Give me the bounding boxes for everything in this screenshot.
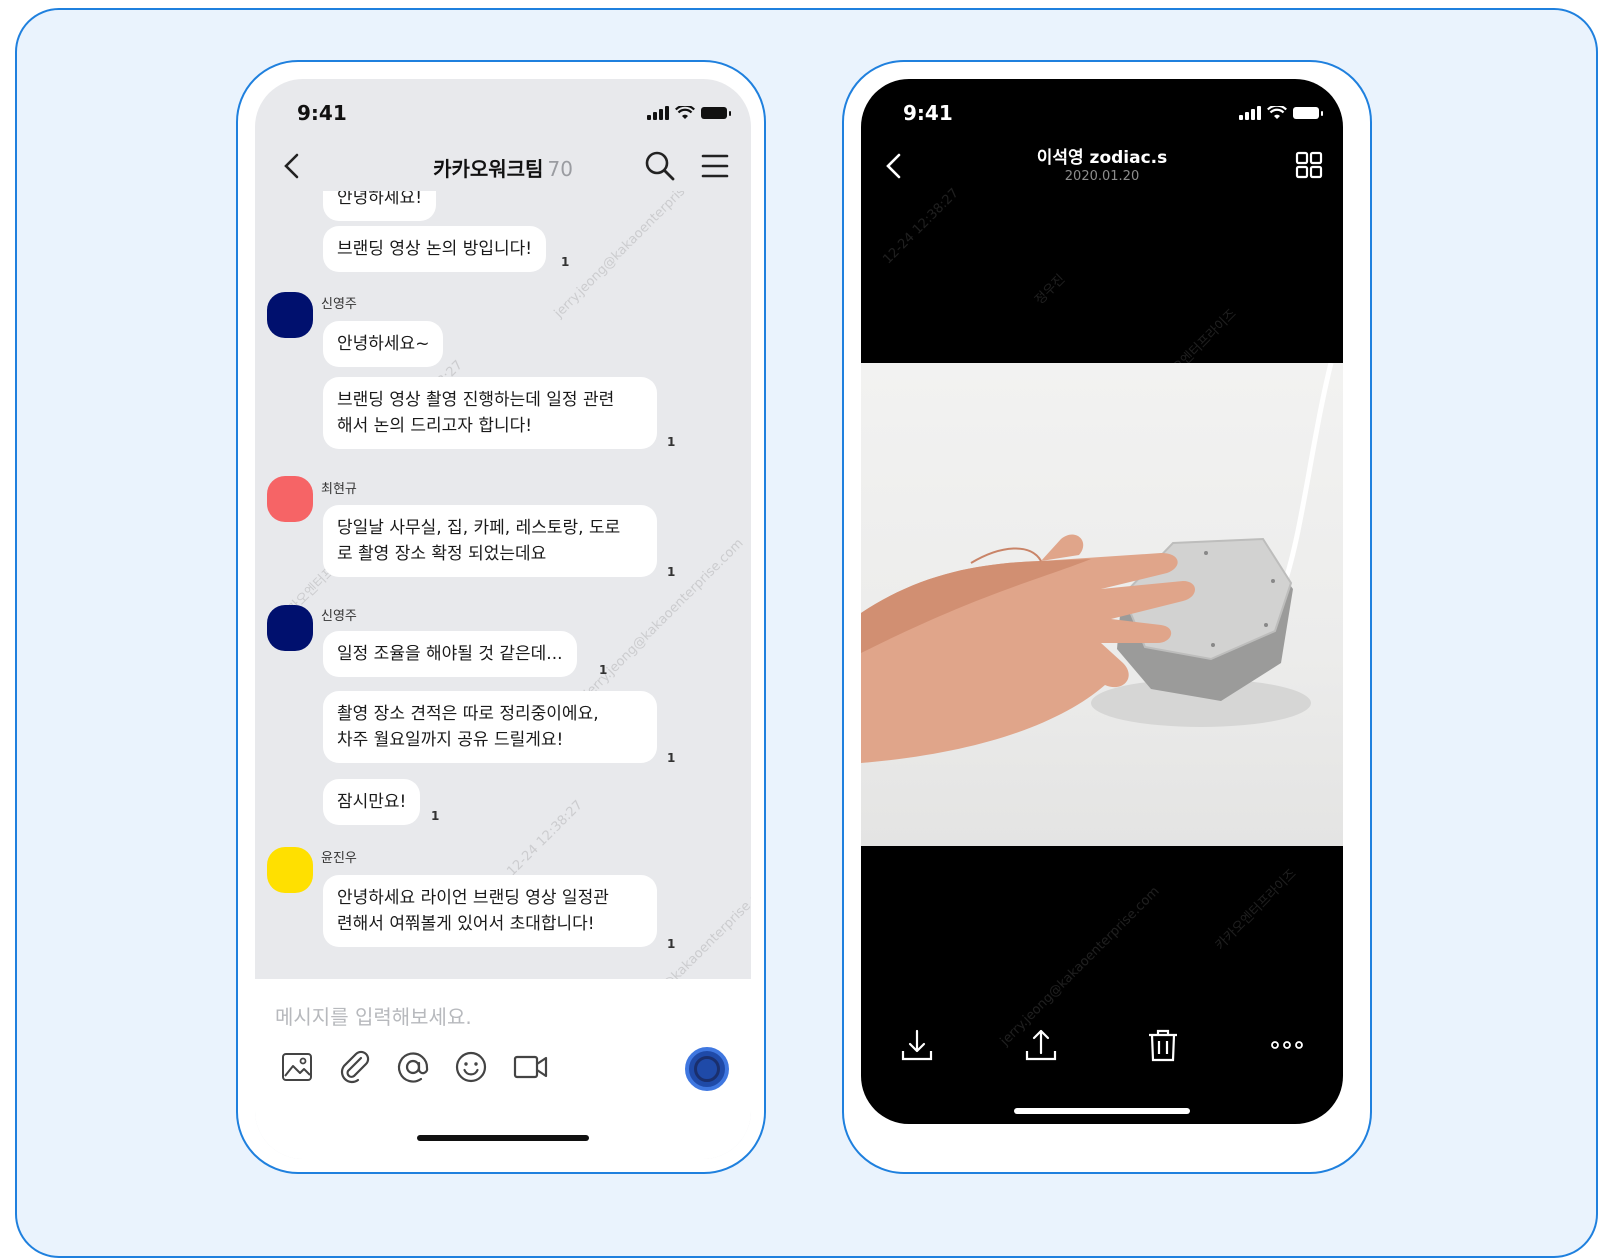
- send-circle-icon[interactable]: [685, 1047, 729, 1091]
- paperclip-icon[interactable]: [337, 1049, 373, 1085]
- watermark: 정우진: [1032, 271, 1069, 308]
- speaker-photo: [861, 363, 1334, 763]
- status-bar: 9:41: [861, 79, 1343, 135]
- message-text: 안녕하세요!: [337, 191, 423, 208]
- message-line: 안녕하세요 라이언 브랜딩 영상 일정관: [337, 888, 609, 908]
- photo-date: 2020.01.20: [1064, 169, 1140, 184]
- mention-icon[interactable]: [395, 1049, 431, 1085]
- message-bubble[interactable]: 브랜딩 영상 촬영 진행하는데 일정 관련 해서 논의 드리고자 합니다!: [323, 377, 657, 449]
- status-bar: 9:41: [255, 79, 751, 135]
- message-text: 안녕하세요~: [337, 334, 430, 354]
- wifi-icon: [675, 106, 695, 119]
- menu-icon[interactable]: [701, 153, 729, 179]
- sender-name: 신영주: [321, 609, 357, 624]
- photo-owner: 이석영 zodiac.s: [1036, 148, 1168, 168]
- avatar[interactable]: [267, 847, 313, 893]
- photo-screen: 9:41 이석영 zodiac.s 2020.01.20 12-24 12:38…: [861, 79, 1343, 1124]
- watermark: jerry.jeong@kakaoenterprise.com: [997, 884, 1163, 1049]
- status-time: 9:41: [903, 101, 953, 125]
- battery-icon: [1293, 107, 1323, 119]
- chat-header: 카카오워크팀 70: [255, 141, 751, 191]
- message-bubble[interactable]: 안녕하세요!: [323, 191, 437, 221]
- signal-icon: [1239, 106, 1261, 120]
- wifi-icon: [1267, 106, 1287, 119]
- status-indicators: [647, 105, 731, 121]
- search-icon[interactable]: [643, 149, 677, 183]
- message-list: jerry.jeong@kakaoenterprise.com 12-24 12…: [255, 191, 751, 979]
- grid-icon[interactable]: [1295, 151, 1323, 179]
- status-indicators: [1239, 105, 1323, 121]
- message-line: 로 촬영 장소 확정 되었는데요: [337, 544, 547, 564]
- watermark: 12-24 12:38:27: [504, 797, 586, 880]
- photo-phone: 9:41 이석영 zodiac.s 2020.01.20 12-24 12:38…: [842, 60, 1372, 1174]
- chat-phone: 9:41 카카오워크팀 70 jerry.jeong@kakaoenterpris…: [236, 60, 766, 1174]
- sender-name: 신영주: [321, 297, 357, 312]
- message-bubble[interactable]: 당일날 사무실, 집, 카페, 레스토랑, 도로 로 촬영 장소 확정 되었는데…: [323, 505, 657, 577]
- read-count: 1: [561, 255, 570, 269]
- message-bubble[interactable]: 브랜딩 영상 논의 방입니다!: [323, 226, 547, 272]
- chat-screen: 9:41 카카오워크팀 70 jerry.jeong@kakaoenterpris…: [255, 79, 751, 1159]
- more-icon[interactable]: [1269, 1027, 1305, 1063]
- message-text: 일정 조율을 해야될 것 같은데...: [337, 644, 563, 664]
- photo-image[interactable]: [861, 363, 1343, 846]
- message-line: 당일날 사무실, 집, 카페, 레스토랑, 도로: [337, 518, 621, 538]
- signal-icon: [647, 106, 669, 120]
- message-line: 해서 논의 드리고자 합니다!: [337, 416, 533, 436]
- avatar[interactable]: [267, 476, 313, 522]
- home-indicator: [1014, 1108, 1190, 1114]
- status-time: 9:41: [297, 101, 347, 125]
- message-bubble[interactable]: 일정 조율을 해야될 것 같은데...: [323, 631, 577, 677]
- message-bubble[interactable]: 안녕하세요~: [323, 321, 444, 367]
- message-bubble[interactable]: 안녕하세요 라이언 브랜딩 영상 일정관 련해서 여쭤볼게 있어서 초대합니다!: [323, 875, 657, 947]
- sender-name: 윤진우: [321, 851, 357, 866]
- message-line: 촬영 장소 견적은 따로 정리중이에요,: [337, 704, 599, 724]
- avatar[interactable]: [267, 605, 313, 651]
- message-bubble[interactable]: 잠시만요!: [323, 779, 421, 825]
- message-text: 브랜딩 영상 논의 방입니다!: [337, 239, 533, 259]
- avatar[interactable]: [267, 292, 313, 338]
- message-composer: 메시지를 입력해보세요.: [255, 979, 751, 1159]
- sender-name: 최현규: [321, 482, 357, 497]
- message-line: 차주 월요일까지 공유 드릴게요!: [337, 730, 564, 750]
- trash-icon[interactable]: [1145, 1027, 1181, 1063]
- member-count: 70: [547, 157, 573, 181]
- read-count: 1: [667, 435, 676, 449]
- battery-icon: [701, 107, 731, 119]
- image-icon[interactable]: [279, 1049, 315, 1085]
- watermark: jerry.jeong@kakaoenterprise.com: [551, 191, 717, 321]
- download-icon[interactable]: [899, 1027, 935, 1063]
- read-count: 1: [431, 809, 440, 823]
- message-input[interactable]: 메시지를 입력해보세요.: [275, 1001, 472, 1030]
- message-bubble[interactable]: 촬영 장소 견적은 따로 정리중이에요, 차주 월요일까지 공유 드릴게요!: [323, 691, 657, 763]
- message-line: 브랜딩 영상 촬영 진행하는데 일정 관련: [337, 390, 615, 410]
- watermark: 카카오엔터프라이즈: [1212, 866, 1300, 954]
- read-count: 1: [599, 663, 608, 677]
- read-count: 1: [667, 937, 676, 951]
- share-icon[interactable]: [1023, 1027, 1059, 1063]
- home-indicator: [417, 1135, 589, 1141]
- read-count: 1: [667, 565, 676, 579]
- message-text: 잠시만요!: [337, 792, 407, 812]
- message-line: 련해서 여쭤볼게 있어서 초대합니다!: [337, 914, 595, 934]
- video-icon[interactable]: [513, 1049, 549, 1085]
- emoji-icon[interactable]: [453, 1049, 489, 1085]
- watermark: 12-24 12:38:27: [880, 185, 962, 268]
- read-count: 1: [667, 751, 676, 765]
- room-name: 카카오워크팀: [433, 157, 544, 181]
